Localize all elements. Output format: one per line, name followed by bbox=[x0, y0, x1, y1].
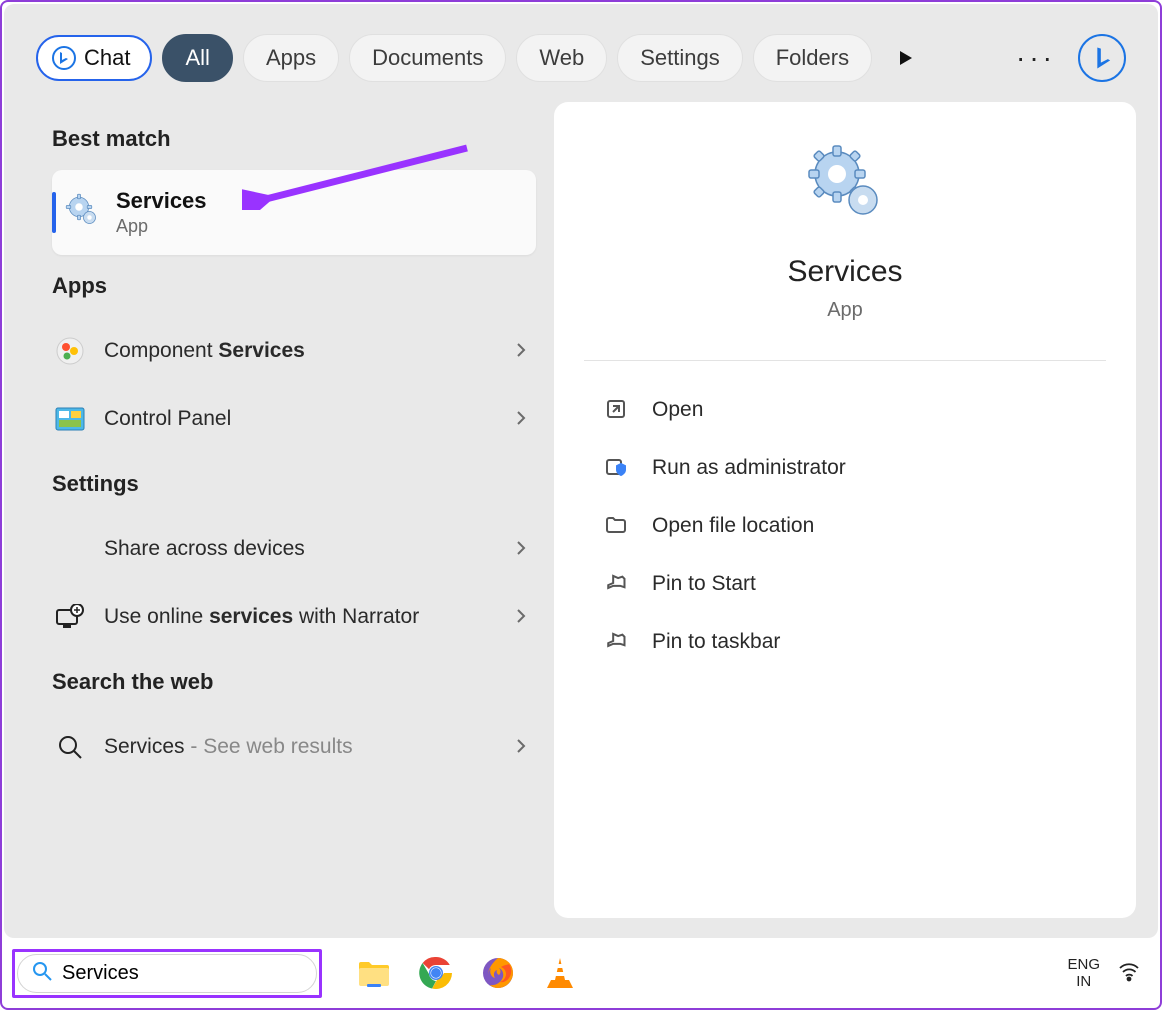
tab-web[interactable]: Web bbox=[516, 34, 607, 82]
services-app-icon bbox=[805, 142, 885, 227]
more-options-button[interactable]: ··· bbox=[1012, 34, 1060, 82]
pin-icon bbox=[604, 629, 630, 655]
web-result[interactable]: Services - See web results bbox=[52, 713, 536, 781]
action-list: Open Run as administrator Open file loca… bbox=[584, 381, 1106, 671]
system-tray: ENG IN bbox=[1067, 956, 1140, 991]
taskbar: ENG IN bbox=[4, 940, 1158, 1006]
chevron-right-icon bbox=[514, 407, 528, 431]
search-panel: Chat All Apps Documents Web Settings Fol… bbox=[4, 4, 1158, 938]
action-label: Open file location bbox=[652, 514, 814, 538]
results-column: Best match Services App Apps bbox=[26, 102, 536, 938]
open-icon bbox=[604, 397, 630, 423]
search-box-highlight bbox=[12, 949, 322, 998]
firefox-icon[interactable] bbox=[480, 955, 516, 991]
chevron-right-icon bbox=[514, 339, 528, 363]
control-panel-icon bbox=[54, 403, 86, 435]
services-gear-icon bbox=[64, 192, 100, 233]
language-indicator[interactable]: ENG IN bbox=[1067, 956, 1100, 991]
action-label: Run as administrator bbox=[652, 456, 846, 480]
tab-folders[interactable]: Folders bbox=[753, 34, 872, 82]
chevron-right-icon bbox=[514, 735, 528, 759]
tab-documents[interactable]: Documents bbox=[349, 34, 506, 82]
shield-icon bbox=[604, 455, 630, 481]
best-match-title: Services bbox=[116, 188, 207, 214]
taskbar-apps bbox=[356, 955, 578, 991]
content-area: Best match Services App Apps bbox=[26, 102, 1136, 938]
settings-header: Settings bbox=[52, 471, 536, 497]
tab-apps[interactable]: Apps bbox=[243, 34, 339, 82]
chevron-right-icon bbox=[514, 537, 528, 561]
setting-label: Use online services with Narrator bbox=[104, 602, 496, 631]
top-filter-bar: Chat All Apps Documents Web Settings Fol… bbox=[26, 24, 1136, 102]
divider bbox=[584, 360, 1106, 361]
app-result-component-services[interactable]: Component Services bbox=[52, 317, 536, 385]
action-pin-start[interactable]: Pin to Start bbox=[604, 555, 1086, 613]
folder-icon bbox=[604, 513, 630, 539]
action-open-location[interactable]: Open file location bbox=[604, 497, 1086, 555]
search-web-header: Search the web bbox=[52, 669, 536, 695]
web-result-label: Services - See web results bbox=[104, 732, 496, 761]
chat-label: Chat bbox=[84, 45, 130, 71]
chrome-icon[interactable] bbox=[418, 955, 454, 991]
pin-icon bbox=[604, 571, 630, 597]
blank-icon bbox=[54, 533, 86, 565]
vlc-icon[interactable] bbox=[542, 955, 578, 991]
setting-label: Share across devices bbox=[104, 534, 496, 563]
tab-settings[interactable]: Settings bbox=[617, 34, 743, 82]
action-open[interactable]: Open bbox=[604, 381, 1086, 439]
action-label: Pin to Start bbox=[652, 572, 756, 596]
search-icon bbox=[32, 961, 52, 986]
chevron-right-icon bbox=[514, 605, 528, 629]
component-services-icon bbox=[54, 335, 86, 367]
file-explorer-icon[interactable] bbox=[356, 955, 392, 991]
bing-chat-icon bbox=[52, 46, 76, 70]
wifi-icon[interactable] bbox=[1118, 960, 1140, 987]
best-match-result[interactable]: Services App bbox=[52, 170, 536, 255]
action-label: Open bbox=[652, 398, 703, 422]
search-icon bbox=[54, 731, 86, 763]
setting-narrator-online-services[interactable]: Use online services with Narrator bbox=[52, 583, 536, 651]
search-input[interactable] bbox=[62, 962, 327, 985]
best-match-subtitle: App bbox=[116, 216, 207, 237]
apps-header: Apps bbox=[52, 273, 536, 299]
bing-logo-icon[interactable] bbox=[1078, 34, 1126, 82]
app-result-label: Component Services bbox=[104, 336, 496, 365]
app-result-label: Control Panel bbox=[104, 404, 496, 433]
narrator-icon bbox=[54, 601, 86, 633]
preview-pane: Services App Open Run as administrator O… bbox=[554, 102, 1136, 918]
chat-button[interactable]: Chat bbox=[36, 35, 152, 81]
action-pin-taskbar[interactable]: Pin to taskbar bbox=[604, 613, 1086, 671]
setting-share-across-devices[interactable]: Share across devices bbox=[52, 515, 536, 583]
action-label: Pin to taskbar bbox=[652, 630, 780, 654]
tab-all[interactable]: All bbox=[162, 34, 232, 82]
preview-title: Services bbox=[787, 255, 902, 289]
preview-subtitle: App bbox=[827, 299, 863, 322]
action-run-admin[interactable]: Run as administrator bbox=[604, 439, 1086, 497]
best-match-header: Best match bbox=[52, 126, 536, 152]
taskbar-search-box[interactable] bbox=[17, 954, 317, 993]
more-tabs-button[interactable] bbox=[888, 40, 924, 76]
app-result-control-panel[interactable]: Control Panel bbox=[52, 385, 536, 453]
